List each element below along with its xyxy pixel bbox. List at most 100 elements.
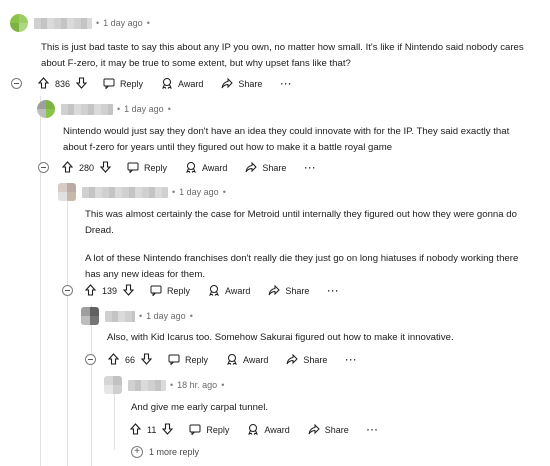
downvote-icon[interactable] — [140, 353, 153, 367]
timestamp[interactable]: 18 hr. ago — [177, 380, 217, 390]
award-label: Award — [202, 163, 228, 173]
more-options-button[interactable]: ··· — [280, 79, 292, 89]
vote-group: 66 — [107, 353, 153, 367]
share-icon — [221, 77, 238, 91]
separator: • — [117, 104, 121, 114]
separator: • — [170, 380, 174, 390]
award-label: Award — [225, 286, 251, 296]
vote-count: 280 — [79, 163, 95, 173]
username[interactable] — [61, 103, 113, 115]
comment-text: And give me early carpal tunnel. — [131, 402, 269, 413]
collapse-thread-button[interactable] — [85, 354, 96, 365]
reply-icon — [150, 285, 167, 298]
upvote-icon[interactable] — [107, 353, 120, 367]
upvote-icon[interactable] — [61, 161, 74, 175]
upvote-icon[interactable] — [37, 77, 50, 91]
thread-line[interactable] — [91, 305, 92, 466]
timestamp[interactable]: 1 day ago — [179, 187, 219, 197]
avatar[interactable] — [10, 14, 28, 32]
more-options-icon: ··· — [280, 79, 293, 89]
avatar[interactable] — [81, 307, 99, 325]
more-replies-button[interactable]: + 1 more reply — [131, 446, 199, 458]
avatar[interactable] — [104, 376, 122, 394]
thread-line[interactable] — [114, 390, 115, 450]
reply-icon — [168, 354, 185, 367]
comment-body: And give me early carpal tunnel. — [131, 400, 268, 416]
comment-text: Nintendo would just say they don't have … — [63, 126, 510, 137]
reply-label: Reply — [167, 286, 191, 296]
share-label: Share — [262, 163, 287, 173]
more-options-button[interactable]: ··· — [304, 163, 316, 173]
award-button[interactable]: Award — [226, 353, 268, 367]
share-label: Share — [303, 355, 328, 365]
collapse-thread-button[interactable] — [62, 285, 73, 296]
comment-header: • 1 day ago • — [58, 183, 230, 201]
downvote-icon[interactable] — [75, 77, 88, 91]
more-options-icon: ··· — [345, 355, 358, 365]
more-options-icon: ··· — [304, 163, 317, 173]
share-button[interactable]: Share — [221, 77, 262, 91]
downvote-icon[interactable] — [162, 423, 174, 437]
more-options-button[interactable]: ··· — [367, 425, 379, 435]
timestamp[interactable]: 1 day ago — [124, 104, 164, 114]
reply-button[interactable]: Reply — [103, 78, 143, 91]
vote-count: 66 — [125, 355, 136, 365]
reply-label: Reply — [120, 79, 144, 89]
comment-text: Dread. — [85, 225, 114, 236]
downvote-icon[interactable] — [122, 284, 135, 298]
timestamp[interactable]: 1 day ago — [146, 311, 186, 321]
comment-actions: 836 Reply Award Share ··· — [37, 75, 310, 93]
avatar[interactable] — [37, 100, 55, 118]
award-label: Award — [178, 79, 204, 89]
reply-button[interactable]: Reply — [168, 354, 208, 367]
reply-button[interactable]: Reply — [189, 424, 229, 437]
comment-header: • 1 day ago • — [10, 14, 154, 32]
more-options-button[interactable]: ··· — [345, 355, 357, 365]
vote-group: 139 — [84, 284, 135, 298]
vote-count: 139 — [102, 286, 118, 296]
comment-text: about F-zero, it may be true to some ext… — [41, 58, 351, 69]
share-button[interactable]: Share — [268, 284, 309, 298]
share-button[interactable]: Share — [308, 423, 349, 437]
downvote-icon[interactable] — [99, 161, 112, 175]
username[interactable] — [34, 17, 92, 29]
separator: • — [146, 18, 150, 28]
collapse-thread-button[interactable] — [38, 162, 49, 173]
username[interactable] — [128, 379, 166, 391]
reply-button[interactable]: Reply — [150, 285, 190, 298]
upvote-icon[interactable] — [84, 284, 97, 298]
award-button[interactable]: Award — [208, 284, 250, 298]
separator: • — [222, 187, 226, 197]
comment-header: • 18 hr. ago • — [104, 376, 228, 394]
collapse-thread-button[interactable] — [11, 78, 22, 89]
username[interactable] — [105, 310, 135, 322]
share-button[interactable]: Share — [245, 161, 287, 175]
award-label: Award — [243, 355, 269, 365]
avatar[interactable] — [58, 183, 76, 201]
more-options-button[interactable]: ··· — [327, 286, 339, 296]
reply-icon — [127, 162, 144, 175]
thread-line[interactable] — [40, 96, 41, 466]
share-button[interactable]: Share — [286, 353, 328, 367]
upvote-icon[interactable] — [129, 423, 142, 437]
award-button[interactable]: Award — [161, 77, 203, 91]
comment-actions: 11 Reply Award Share ··· — [129, 421, 397, 439]
username[interactable] — [82, 186, 168, 198]
reply-button[interactable]: Reply — [127, 162, 167, 175]
separator: • — [172, 187, 176, 197]
vote-count: 836 — [55, 79, 71, 89]
comment-body: Nintendo would just say they don't have … — [63, 124, 509, 156]
timestamp[interactable]: 1 day ago — [103, 18, 143, 28]
vote-group: 836 — [37, 77, 88, 91]
award-button[interactable]: Award — [247, 423, 290, 437]
more-options-icon: ··· — [327, 286, 340, 296]
vote-group: 280 — [61, 161, 112, 175]
award-label: Award — [264, 425, 290, 435]
award-button[interactable]: Award — [185, 161, 227, 175]
vote-group: 11 — [129, 423, 174, 437]
thread-line[interactable] — [67, 183, 68, 466]
award-icon — [208, 284, 225, 298]
separator: • — [139, 311, 143, 321]
comment-actions: 139 Reply Award Share ··· — [84, 282, 357, 300]
reply-label: Reply — [206, 425, 230, 435]
